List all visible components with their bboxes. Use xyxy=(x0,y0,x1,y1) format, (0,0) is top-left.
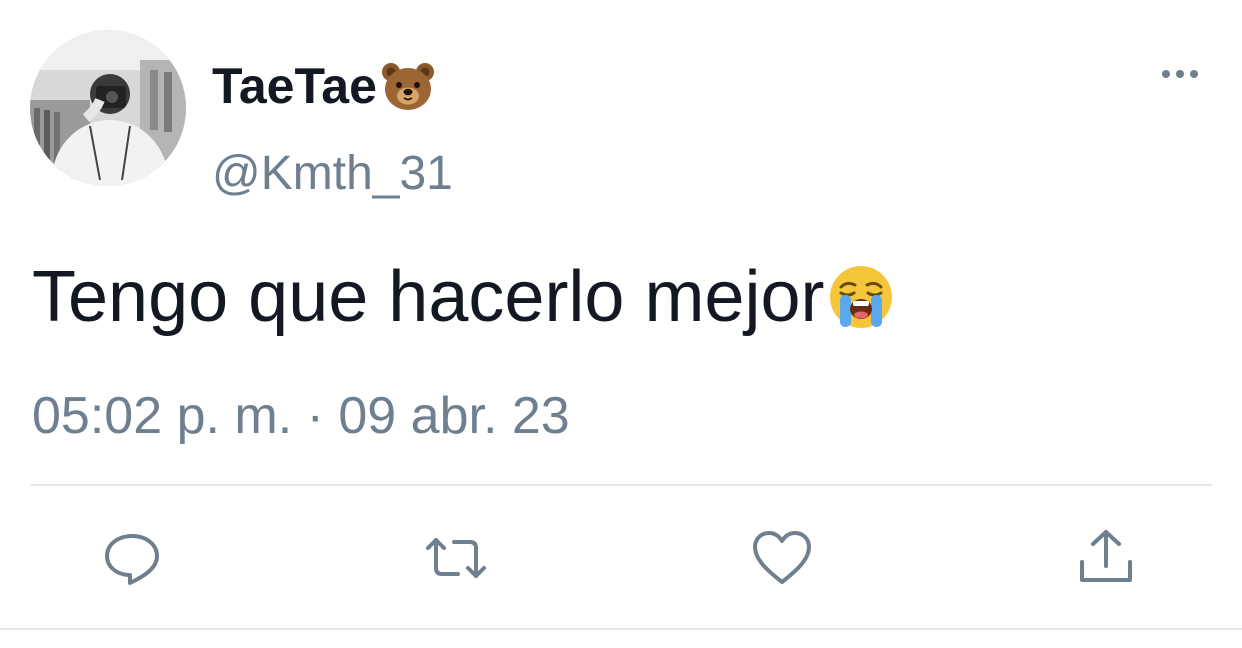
avatar[interactable] xyxy=(30,30,186,186)
tweet-text-body: Tengo que hacerlo mejor xyxy=(32,256,825,337)
loudly-crying-face-icon xyxy=(829,265,892,328)
retweet-icon xyxy=(426,538,486,578)
bottom-divider xyxy=(0,628,1242,630)
tweet-card: TaeTae @Kmth_31 Tengo que hacerlo mejor xyxy=(0,0,1242,648)
author-display-name[interactable]: TaeTae xyxy=(212,52,437,116)
like-button[interactable] xyxy=(750,526,814,590)
like-icon xyxy=(753,531,811,584)
ellipsis-icon xyxy=(1162,70,1198,78)
display-name-text: TaeTae xyxy=(212,57,377,114)
tweet-text: Tengo que hacerlo mejor xyxy=(32,250,895,339)
tweet-timestamp[interactable]: 05:02 p. m. · 09 abr. 23 xyxy=(32,386,570,446)
bear-face-icon xyxy=(381,62,434,110)
more-options-button[interactable] xyxy=(1158,62,1202,86)
share-button[interactable] xyxy=(1076,526,1140,590)
retweet-button[interactable] xyxy=(424,526,488,590)
avatar-photo xyxy=(30,30,186,186)
share-icon xyxy=(1080,530,1132,582)
reply-button[interactable] xyxy=(100,526,164,590)
author-handle[interactable]: @Kmth_31 xyxy=(212,144,453,204)
reply-icon xyxy=(105,534,159,585)
divider xyxy=(30,484,1212,486)
